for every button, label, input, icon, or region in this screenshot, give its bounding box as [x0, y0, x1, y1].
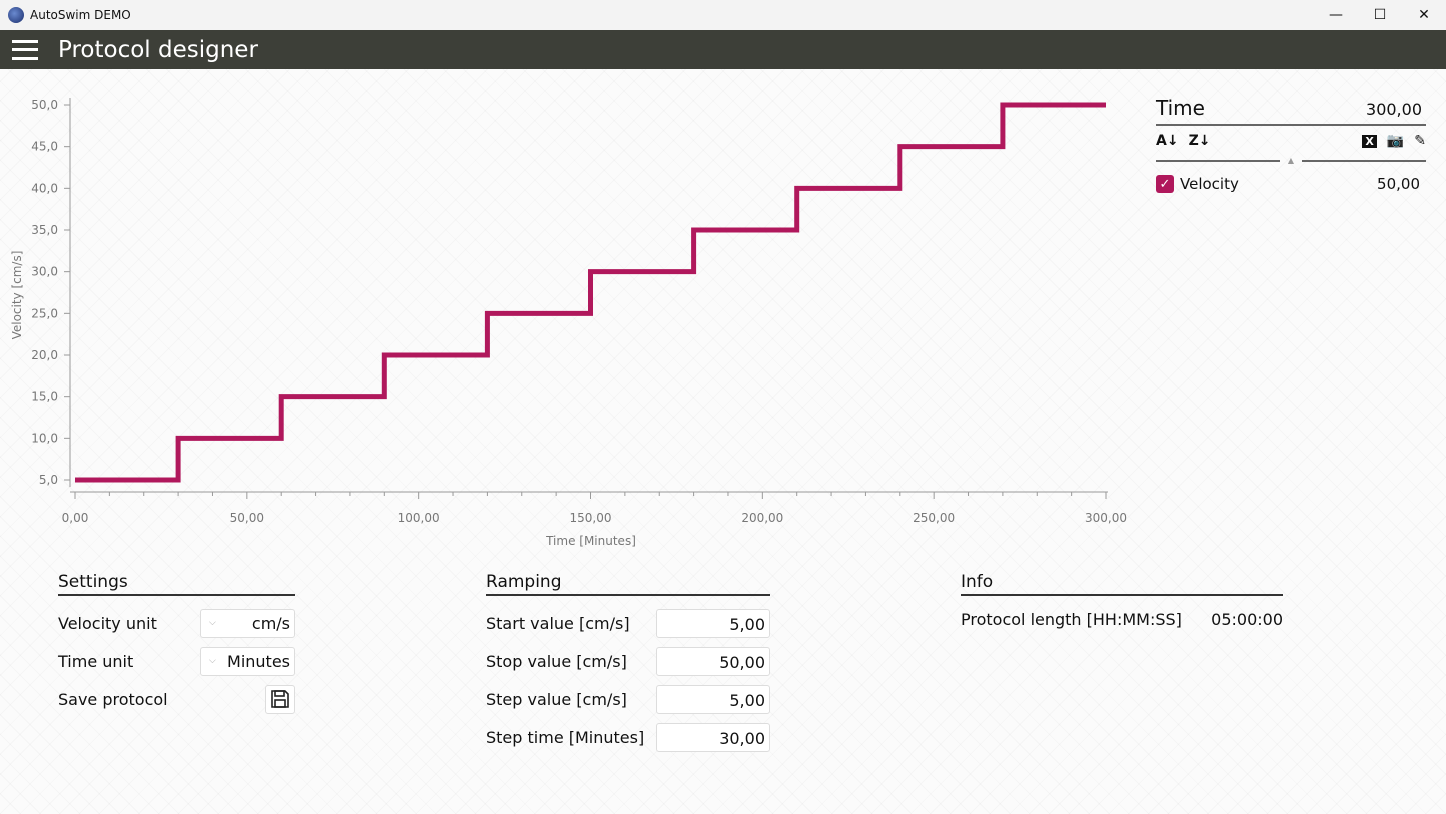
save-protocol-button[interactable]: [265, 684, 295, 714]
protocol-length-value: 05:00:00: [1211, 609, 1283, 629]
hamburger-menu-icon[interactable]: [12, 39, 38, 60]
velocity-checkbox[interactable]: ✓: [1156, 175, 1174, 193]
legend-item-value: 50,00: [1377, 175, 1420, 193]
page-title: Protocol designer: [58, 36, 258, 63]
window-title: AutoSwim DEMO: [30, 8, 131, 22]
info-title: Info: [961, 572, 1283, 596]
chevron-down-icon: ⌵: [209, 656, 216, 666]
camera-icon[interactable]: 📷: [1387, 133, 1404, 149]
legend-time-value: 300,00: [1366, 100, 1422, 119]
save-protocol-label: Save protocol: [58, 689, 168, 709]
step-time-label: Step time [Minutes]: [486, 727, 645, 747]
legend-collapse-toggle[interactable]: ▲: [1156, 156, 1426, 165]
chevron-down-icon: ⌵: [209, 618, 216, 628]
step-value-input[interactable]: 5,00: [656, 684, 770, 714]
legend-item-velocity[interactable]: ✓ Velocity 50,00: [1156, 175, 1426, 193]
time-unit-label: Time unit: [58, 651, 134, 671]
start-value-input[interactable]: 5,00: [656, 608, 770, 638]
brush-icon[interactable]: ✎: [1414, 133, 1426, 149]
legend-item-name: Velocity: [1180, 175, 1239, 193]
start-value-label: Start value [cm/s]: [486, 613, 630, 633]
step-value-label: Step value [cm/s]: [486, 689, 627, 709]
velocity-unit-label: Velocity unit: [58, 613, 157, 633]
settings-section: Settings Velocity unit ⌵ cm/s Time unit ⌵…: [58, 572, 295, 718]
ramping-title: Ramping: [486, 572, 770, 596]
time-unit-value: Minutes: [227, 651, 290, 671]
legend-time-label: Time: [1156, 96, 1205, 120]
sort-ascending-icon[interactable]: A↓: [1156, 133, 1179, 149]
protocol-length-label: Protocol length [HH:MM:SS]: [961, 609, 1182, 629]
floppy-disk-icon: [271, 690, 289, 708]
minimize-button[interactable]: —: [1314, 0, 1358, 30]
stop-value-label: Stop value [cm/s]: [486, 651, 627, 671]
maximize-button[interactable]: ☐: [1358, 0, 1402, 30]
time-unit-select[interactable]: ⌵ Minutes: [200, 646, 295, 676]
settings-title: Settings: [58, 572, 295, 596]
close-button[interactable]: ✕: [1402, 0, 1446, 30]
app-logo-icon: [8, 7, 24, 23]
ramping-section: Ramping Start value [cm/s] 5,00 Stop valu…: [486, 572, 770, 756]
chart-legend: Time 300,00 A↓ Z↓ X 📷 ✎ ▲ ✓ Velocity 50,…: [1156, 96, 1426, 193]
velocity-unit-value: cm/s: [251, 613, 290, 633]
stop-value-input[interactable]: 50,00: [656, 646, 770, 676]
window-titlebar: AutoSwim DEMO — ☐ ✕: [0, 0, 1446, 30]
app-header: Protocol designer: [0, 30, 1446, 69]
sort-descending-icon[interactable]: Z↓: [1189, 133, 1211, 149]
excel-export-icon[interactable]: X: [1362, 134, 1377, 148]
step-time-input[interactable]: 30,00: [656, 722, 770, 752]
velocity-unit-select[interactable]: ⌵ cm/s: [200, 608, 295, 638]
info-section: Info Protocol length [HH:MM:SS] 05:00:00: [961, 572, 1283, 634]
